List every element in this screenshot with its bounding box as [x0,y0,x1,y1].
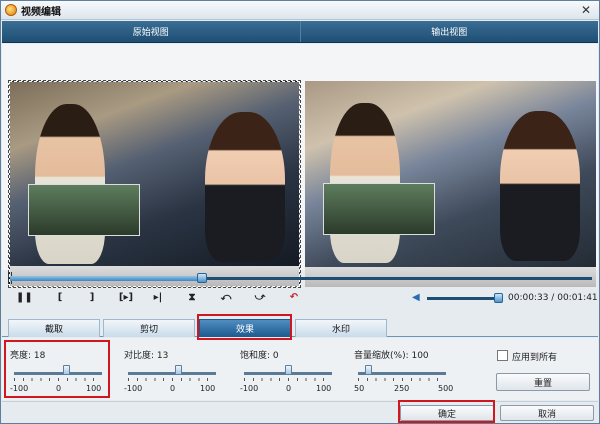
rotate-left-button[interactable]: ⤺ [218,291,234,305]
brightness-control: 亮度: 18 -100 0 100 [10,348,110,393]
saturation-max: 100 [316,384,332,393]
volume-slider[interactable] [427,297,501,300]
cancel-button[interactable]: 取消 [500,405,594,421]
play-segment-button[interactable]: ▸| [150,291,166,305]
title-bar: 视频编辑 ✕ [1,1,599,20]
brightness-handle[interactable] [63,365,70,375]
tab-effect[interactable]: 效果 [199,319,291,337]
video-frame-person [205,112,285,262]
reset-button[interactable]: 重置 [496,373,590,391]
mark-out-button[interactable]: ] [84,291,100,305]
brightness-min: -100 [10,384,29,393]
volume-scale-label: 音量缩放(%): 100 [354,351,429,361]
brightness-slider[interactable] [14,372,102,375]
speaker-icon[interactable]: ◀ [412,292,424,304]
video-frame-person [500,111,580,261]
contrast-handle[interactable] [175,365,182,375]
video-frame-inset [28,184,140,236]
contrast-mid: 0 [170,384,176,393]
time-separator: / [551,293,555,303]
contrast-slider[interactable] [128,372,216,375]
saturation-control: 饱和度: 0 -100 0 100 [240,348,340,393]
contrast-control: 对比度: 13 -100 0 100 [124,348,224,393]
brightness-max: 100 [86,384,102,393]
seek-bar[interactable] [2,271,598,285]
slider-ticks [128,378,216,381]
flip-button[interactable]: ⧗ [184,291,200,305]
video-frame-inset [323,183,435,235]
ok-button[interactable]: 确定 [400,405,494,421]
total-time: 00:01:41 [557,293,598,303]
original-video-view[interactable] [8,80,301,288]
volume-scale-control: 音量缩放(%): 100 50 250 500 [354,348,454,393]
preview-area [2,44,598,288]
window-title: 视频编辑 [21,6,61,18]
rotate-right-button[interactable]: ⤻ [252,291,268,305]
saturation-mid: 0 [286,384,292,393]
app-icon [5,4,17,16]
time-display: 00:00:33 / 00:01:41 [508,293,598,303]
brightness-mid: 0 [56,384,62,393]
seek-handle[interactable] [197,273,207,283]
frame-step-button[interactable]: [▸] [116,291,136,305]
volume-scale-mid: 250 [394,384,410,393]
slider-ticks [358,378,446,381]
saturation-handle[interactable] [285,365,292,375]
saturation-label: 饱和度: 0 [240,351,279,361]
view-headers: 原始视图 输出视图 [2,21,598,43]
volume-scale-min: 50 [354,384,365,393]
mark-in-button[interactable]: [ [52,291,68,305]
saturation-min: -100 [240,384,259,393]
volume-handle[interactable] [494,293,503,303]
brightness-label: 亮度: 18 [10,351,46,361]
effect-panel: 亮度: 18 -100 0 100 对比度: 13 -100 0 100 饱和度… [2,338,598,400]
contrast-min: -100 [124,384,143,393]
apply-all-checkbox[interactable] [497,350,508,361]
volume-scale-handle[interactable] [365,365,372,375]
pause-button[interactable]: ❚❚ [16,291,33,305]
edit-tabs: 截取 剪切 效果 水印 [2,317,598,337]
undo-button[interactable]: ↶ [286,291,302,305]
slider-ticks [14,378,102,381]
output-video-view [305,81,596,287]
playback-controls: ❚❚ [ ] [▸] ▸| ⧗ ⤺ ⤻ ↶ ◀ 00:00:33 / 00:01… [2,287,598,309]
original-view-header: 原始视图 [2,21,301,42]
output-view-header: 输出视图 [431,28,468,38]
volume-scale-max: 500 [438,384,454,393]
contrast-max: 100 [200,384,216,393]
tab-cut[interactable]: 剪切 [103,319,195,337]
slider-ticks [244,378,332,381]
current-time: 00:00:33 [508,293,549,303]
seek-progress [10,276,202,281]
contrast-label: 对比度: 13 [124,351,169,361]
close-icon[interactable]: ✕ [579,3,593,17]
apply-all-label: 应用到所有 [512,353,558,363]
dialog-footer: 确定 取消 [2,401,598,423]
video-edit-window: 视频编辑 ✕ 原始视图 输出视图 ❚❚ [ ] [▸] ▸| ⧗ ⤺ ⤻ ↶ ◀… [0,0,600,424]
tab-crop[interactable]: 截取 [8,319,100,337]
tab-watermark[interactable]: 水印 [295,319,387,337]
